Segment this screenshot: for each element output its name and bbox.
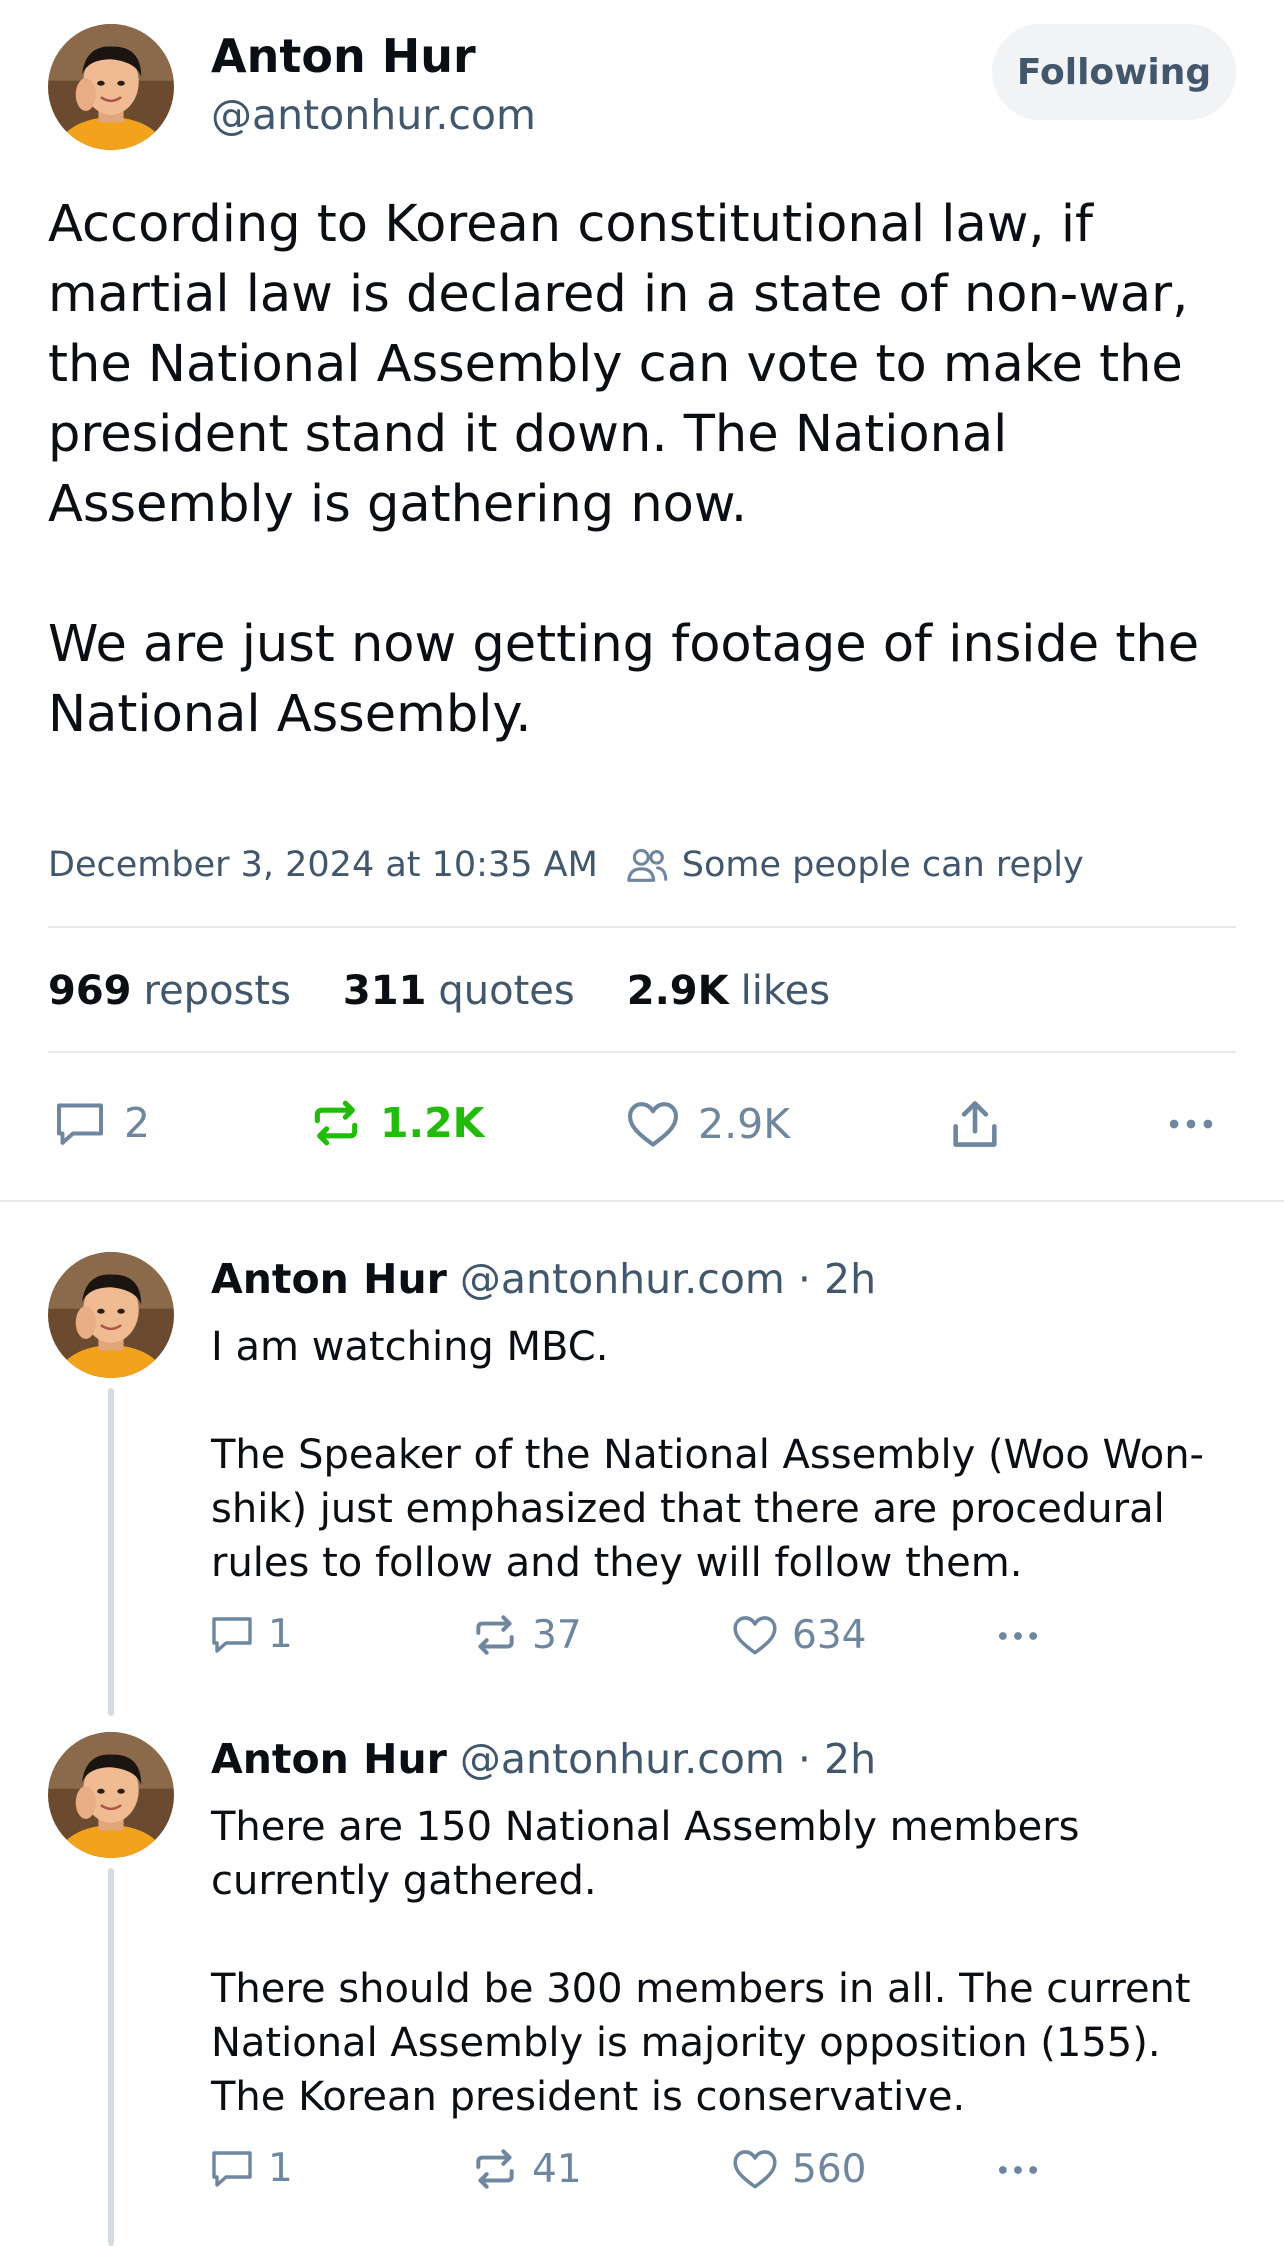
reply-button[interactable]: 2 — [52, 1095, 150, 1151]
repost-arrows-icon — [314, 1100, 358, 1146]
share-button[interactable] — [946, 1095, 1004, 1153]
quotes-label: quotes — [438, 968, 575, 1014]
reply-header: Anton Hur @antonhur.com · 2h — [211, 1253, 876, 1305]
ellipsis-icon — [998, 1632, 1038, 1640]
like-count: 560 — [792, 2146, 867, 2192]
more-options-button[interactable] — [992, 1610, 1044, 1662]
post-actions: 2 1.2K 2.9K — [0, 1095, 1284, 1159]
reply-author-handle[interactable]: @antonhur.com — [460, 1735, 785, 1783]
reply-setting-label: Some people can reply — [681, 845, 1084, 885]
reply-paragraph: There should be 300 members in all. The … — [211, 1966, 1191, 2120]
reply-author-avatar[interactable] — [48, 1732, 174, 1858]
author-handle[interactable]: @antonhur.com — [211, 90, 536, 140]
post-stats: 969 reposts 311 quotes 2.9K likes — [48, 965, 882, 1017]
speech-bubble-icon — [57, 1103, 103, 1145]
repost-arrows-icon — [476, 2149, 514, 2189]
repost-count: 37 — [532, 1612, 582, 1658]
post-text: According to Korean constitutional law, … — [48, 190, 1248, 750]
like-button[interactable]: 2.9K — [624, 1095, 790, 1153]
avatar-image — [48, 24, 174, 150]
reply-text: I am watching MBC. The Speaker of the Na… — [211, 1320, 1241, 1590]
more-options-button[interactable] — [1162, 1095, 1220, 1153]
heart-icon — [733, 1616, 777, 1655]
people-icon — [627, 848, 668, 882]
reply-button[interactable]: 1 — [208, 2144, 293, 2192]
reply-author-name[interactable]: Anton Hur — [211, 1735, 447, 1783]
share-upload-icon — [953, 1101, 997, 1147]
reply-author-handle[interactable]: @antonhur.com — [460, 1255, 785, 1303]
like-button[interactable]: 634 — [730, 1610, 866, 1660]
following-button[interactable]: Following — [992, 24, 1236, 120]
post-meta: December 3, 2024 at 10:35 AM Some people… — [48, 840, 1084, 890]
divider — [48, 1051, 1236, 1053]
author-name[interactable]: Anton Hur — [211, 28, 476, 84]
reply-count: 1 — [268, 1611, 293, 1657]
reply-paragraph: There are 150 National Assembly members … — [211, 1804, 1080, 1904]
like-button[interactable]: 560 — [730, 2144, 866, 2194]
reply-actions: 1 41 560 — [0, 2144, 1284, 2200]
post-timestamp: December 3, 2024 at 10:35 AM — [48, 845, 598, 885]
heart-icon — [733, 2150, 777, 2189]
ellipsis-icon — [998, 2166, 1038, 2174]
section-divider — [0, 1200, 1284, 1202]
likes-count: 2.9K — [626, 968, 729, 1014]
reply-time[interactable]: 2h — [824, 1255, 876, 1303]
reply-count: 2 — [124, 1099, 151, 1147]
heart-icon — [627, 1102, 679, 1147]
avatar-image — [48, 1732, 174, 1858]
quotes-count: 311 — [342, 968, 427, 1014]
separator-dot: · — [797, 1735, 811, 1783]
thread-line — [108, 1388, 114, 1716]
reply-time[interactable]: 2h — [824, 1735, 876, 1783]
ellipsis-icon — [1169, 1119, 1213, 1129]
reply-actions: 1 37 634 — [0, 1610, 1284, 1666]
like-count: 634 — [792, 1612, 867, 1658]
divider — [48, 926, 1236, 928]
reply-paragraph: The Speaker of the National Assembly (Wo… — [211, 1432, 1204, 1586]
likes-label: likes — [740, 968, 831, 1014]
repost-count: 41 — [532, 2146, 582, 2192]
reposts-label: reposts — [143, 968, 291, 1014]
reply-text: There are 150 National Assembly members … — [211, 1800, 1241, 2124]
likes-stat[interactable]: 2.9K likes — [627, 965, 830, 1017]
post-paragraph: We are just now getting footage of insid… — [48, 615, 1200, 744]
reply-count: 1 — [268, 2145, 293, 2191]
speech-bubble-icon — [212, 2151, 252, 2187]
more-options-button[interactable] — [992, 2144, 1044, 2196]
like-count: 2.9K — [698, 1100, 791, 1148]
reply-author-avatar[interactable] — [48, 1252, 174, 1378]
repost-button[interactable]: 41 — [470, 2144, 582, 2194]
reply-paragraph: I am watching MBC. — [211, 1324, 609, 1370]
speech-bubble-icon — [212, 1617, 252, 1653]
reply-setting[interactable]: Some people can reply — [624, 840, 1084, 890]
avatar-image — [48, 1252, 174, 1378]
reply-header: Anton Hur @antonhur.com · 2h — [211, 1733, 876, 1785]
repost-count: 1.2K — [380, 1099, 485, 1147]
reposts-count: 969 — [48, 968, 132, 1014]
reply-button[interactable]: 1 — [208, 1610, 293, 1658]
separator-dot: · — [797, 1255, 811, 1303]
repost-arrows-icon — [476, 1615, 514, 1655]
post-paragraph: According to Korean constitutional law, … — [48, 195, 1189, 534]
reposts-stat[interactable]: 969 reposts — [48, 965, 291, 1017]
repost-button[interactable]: 1.2K — [308, 1095, 484, 1151]
author-avatar[interactable] — [48, 24, 174, 150]
repost-button[interactable]: 37 — [470, 1610, 582, 1660]
quotes-stat[interactable]: 311 quotes — [343, 965, 575, 1017]
reply-author-name[interactable]: Anton Hur — [211, 1255, 447, 1303]
